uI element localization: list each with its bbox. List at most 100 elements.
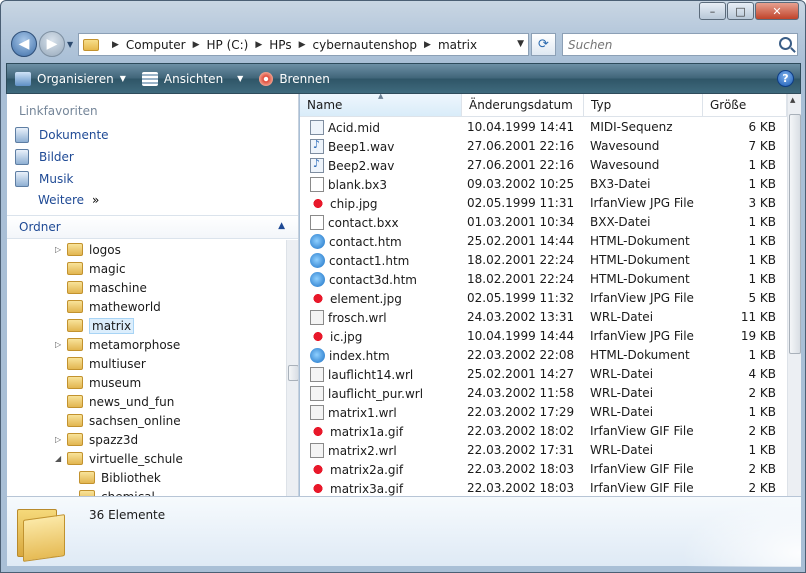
breadcrumb-drive[interactable]: HP (C:) [207,38,249,52]
file-name-cell[interactable]: matrix1a.gif [310,424,403,439]
tree-scrollbar-thumb[interactable] [288,365,298,381]
column-header-size[interactable]: Größe [703,94,787,116]
search-box[interactable] [562,33,798,56]
file-row[interactable]: Beep2.wav 27.06.2001 22:16 Wavesound 1 KB [300,156,788,175]
file-row[interactable]: lauflicht14.wrl 25.02.2001 14:27 WRL-Datei… [300,365,788,384]
tree-item-matrix[interactable]: matrix [55,316,135,335]
burn-button[interactable]: Brennen [251,64,337,93]
file-name-cell[interactable]: element.jpg [310,291,402,306]
file-name-cell[interactable]: matrix1.wrl [310,405,397,420]
favorite-music[interactable]: Musik [15,171,74,187]
file-name-cell[interactable]: ic.jpg [310,329,362,344]
tree-item-metamorphose[interactable]: ▷ metamorphose [55,335,180,354]
file-name-cell[interactable]: frosch.wrl [310,310,387,325]
file-name-cell[interactable]: matrix3a.gif [310,481,403,496]
folders-header[interactable]: Ordner ▲ [7,215,298,239]
file-row[interactable]: contact.htm 25.02.2001 14:44 HTML-Dokument… [300,232,788,251]
scroll-up-icon[interactable]: ▲ [790,96,795,104]
tree-item-spazz3d[interactable]: ▷ spazz3d [55,430,138,449]
favorites-more[interactable]: Weitere » [38,193,99,207]
file-name-cell[interactable]: Beep1.wav [310,138,394,154]
tree-item-multiuser[interactable]: multiuser [55,354,146,373]
file-row[interactable]: element.jpg 02.05.1999 11:32 IrfanView JPG… [300,289,788,308]
file-name-cell[interactable]: contact3d.htm [310,272,417,287]
tree-item-sachsen-online[interactable]: sachsen_online [55,411,181,430]
file-row[interactable]: ic.jpg 10.04.1999 14:44 IrfanView JPG File… [300,327,788,346]
file-name-cell[interactable]: chip.jpg [310,196,378,211]
favorite-pictures[interactable]: Bilder [15,149,74,165]
help-button[interactable]: ? [777,70,794,87]
refresh-button[interactable]: ⟳ [531,33,556,56]
expand-icon[interactable]: ▷ [55,340,67,349]
search-input[interactable] [568,37,768,52]
file-name-cell[interactable]: contact.htm [310,234,402,249]
file-name-cell[interactable]: lauflicht_pur.wrl [310,386,423,401]
file-row[interactable]: matrix1.wrl 22.03.2002 17:29 WRL-Datei 1 KB [300,403,788,422]
address-bar[interactable]: ▶ Computer ▶ HP (C:) ▶ HPs ▶ cybernauten… [78,33,529,56]
chevron-right-icon[interactable]: ▶ [255,40,262,50]
breadcrumb-cybernautenshop[interactable]: cybernautenshop [313,38,418,52]
file-date: 22.03.2002 18:03 [467,462,575,476]
close-button[interactable]: ✕ [755,2,799,20]
tree-item-chemical[interactable]: chemical [67,487,155,496]
file-row[interactable]: frosch.wrl 24.03.2002 13:31 WRL-Datei 11 KB [300,308,788,327]
file-row[interactable]: blank.bx3 09.03.2002 10:25 BX3-Datei 1 KB [300,175,788,194]
chevron-right-icon[interactable]: ▶ [112,40,119,50]
file-row[interactable]: matrix3a.gif 22.03.2002 18:03 IrfanView GI… [300,479,788,496]
file-row[interactable]: matrix1a.gif 22.03.2002 18:02 IrfanView GI… [300,422,788,441]
file-row[interactable]: Acid.mid 10.04.1999 14:41 MIDI-Sequenz 6 KB [300,118,788,137]
file-name-cell[interactable]: matrix2.wrl [310,443,397,458]
expand-icon[interactable]: ▷ [55,435,67,444]
collapse-icon[interactable]: ◢ [55,454,67,463]
file-row[interactable]: chip.jpg 02.05.1999 11:31 IrfanView JPG Fi… [300,194,788,213]
tree-item-news-und-fun[interactable]: news_und_fun [55,392,174,411]
views-button[interactable]: Ansichten ▼ [134,64,251,93]
file-row[interactable]: index.htm 22.03.2002 22:08 HTML-Dokument 1 … [300,346,788,365]
tree-item-virtuelle-schule[interactable]: ◢ virtuelle_schule [55,449,183,468]
file-list-scrollbar-thumb[interactable] [789,114,801,354]
file-row[interactable]: matrix2.wrl 22.03.2002 17:31 WRL-Datei 1 KB [300,441,788,460]
file-list-scrollbar[interactable]: ▲ [787,94,801,496]
file-row[interactable]: contact1.htm 18.02.2001 22:24 HTML-Dokumen… [300,251,788,270]
expand-icon[interactable]: ▷ [55,245,67,254]
organize-button[interactable]: Organisieren ▼ [7,64,134,93]
file-row[interactable]: contact.bxx 01.03.2001 10:34 BXX-Datei 1 KB [300,213,788,232]
back-button[interactable]: ◀ [11,31,37,57]
tree-item-magic[interactable]: magic [55,259,126,278]
chevron-right-icon[interactable]: ▶ [424,40,431,50]
recent-pages-dropdown[interactable]: ▼ [67,40,73,49]
column-header-name[interactable]: Name ▲ [300,94,462,116]
file-name-cell[interactable]: Acid.mid [310,120,380,135]
tree-item-museum[interactable]: museum [55,373,141,392]
file-row[interactable]: matrix2a.gif 22.03.2002 18:03 IrfanView GI… [300,460,788,479]
breadcrumb-hps[interactable]: HPs [269,38,291,52]
column-header-type[interactable]: Typ [584,94,703,116]
file-name-cell[interactable]: contact1.htm [310,253,409,268]
file-row[interactable]: contact3d.htm 18.02.2001 22:24 HTML-Dokume… [300,270,788,289]
address-dropdown-icon[interactable]: ▼ [517,39,524,49]
file-name-cell[interactable]: blank.bx3 [310,177,387,192]
file-row[interactable]: Beep1.wav 27.06.2001 22:16 Wavesound 7 KB [300,137,788,156]
file-name-cell[interactable]: contact.bxx [310,215,399,230]
tree-item-maschine[interactable]: maschine [55,278,147,297]
tree-item-bibliothek[interactable]: Bibliothek [67,468,161,487]
column-header-date[interactable]: Änderungsdatum [462,94,584,116]
breadcrumb-computer[interactable]: Computer [126,38,186,52]
maximize-button[interactable]: □ [727,2,754,20]
file-name-cell[interactable]: matrix2a.gif [310,462,403,477]
file-name-cell[interactable]: Beep2.wav [310,157,394,173]
search-icon[interactable] [779,37,792,50]
forward-button[interactable]: ▶ [39,31,65,57]
file-name-cell[interactable]: index.htm [310,348,390,363]
tree-item-logos[interactable]: ▷ logos [55,240,121,259]
breadcrumb-matrix[interactable]: matrix [438,38,477,52]
minimize-button[interactable]: – [699,2,726,20]
file-name-cell[interactable]: lauflicht14.wrl [310,367,413,382]
mid-file-icon [310,120,324,135]
tree-item-matheworld[interactable]: matheworld [55,297,161,316]
chevron-right-icon[interactable]: ▶ [299,40,306,50]
chevron-right-icon[interactable]: ▶ [193,40,200,50]
file-row[interactable]: lauflicht_pur.wrl 24.03.2002 11:58 WRL-Dat… [300,384,788,403]
tree-scrollbar[interactable] [286,240,298,496]
favorite-documents[interactable]: Dokumente [15,127,109,143]
